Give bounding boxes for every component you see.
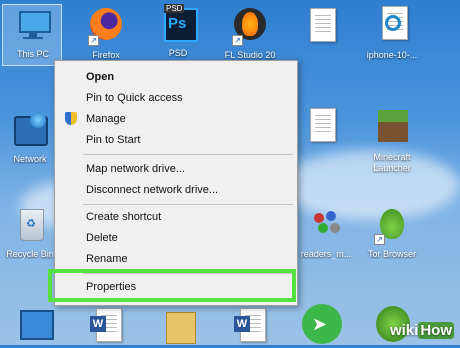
this-pc-icon <box>15 5 51 45</box>
photoshop-icon: Ps PSD <box>160 4 198 44</box>
wikihow-watermark: wiki How <box>390 322 454 339</box>
properties-highlight-box <box>48 269 296 302</box>
menu-item-label: Open <box>86 71 115 83</box>
desktop-icon-tor-browser[interactable]: ↗ Tor Browser <box>362 205 422 265</box>
word-document-icon: W <box>88 308 124 348</box>
menu-item-delete[interactable]: Delete <box>55 228 297 248</box>
desktop-icon-word-1[interactable]: W <box>76 308 136 345</box>
menu-item-label: Pin to Quick access <box>86 92 183 104</box>
readers-file-icon <box>308 205 344 245</box>
desktop-icon-iphone-file[interactable]: iphone-10-... <box>362 6 422 66</box>
menu-item-label: Manage <box>86 113 126 125</box>
icon-label: Minecraft Launcher <box>373 152 411 173</box>
menu-item-manage[interactable]: Manage <box>55 109 297 129</box>
photoshop-letters: Ps <box>168 15 187 32</box>
icon-label: readers_m... <box>300 249 352 259</box>
desktop-icon-network[interactable]: Network <box>0 110 60 170</box>
fl-studio-icon: ↗ <box>232 6 268 46</box>
icon-label: PSD <box>168 48 188 58</box>
recycle-bin-icon: ♻ <box>12 205 48 245</box>
psd-badge: PSD <box>164 4 185 13</box>
menu-separator <box>83 154 293 155</box>
folder-icon <box>160 308 196 348</box>
icon-label: Network <box>13 154 47 164</box>
menu-item-create-shortcut[interactable]: Create shortcut <box>55 207 297 227</box>
desktop-icon-readers-file[interactable]: readers_m... <box>296 205 356 265</box>
menu-item-rename[interactable]: Rename <box>55 249 297 269</box>
desktop-icon-photoshop[interactable]: Ps PSD PSD <box>148 4 208 66</box>
icon-label: FL Studio 20 <box>224 50 276 60</box>
shortcut-arrow-icon: ↗ <box>232 35 243 46</box>
icon-label: Firefox <box>92 50 120 60</box>
menu-item-label: Disconnect network drive... <box>86 184 219 196</box>
menu-item-label: Pin to Start <box>86 134 141 146</box>
menu-item-label: Map network drive... <box>86 163 186 175</box>
document-icon <box>302 8 338 48</box>
network-icon <box>12 110 48 150</box>
document-icon <box>302 108 338 148</box>
menu-item-label: Rename <box>86 253 128 265</box>
desktop-icon-minecraft[interactable]: Minecraft Launcher <box>362 108 422 186</box>
uac-shield-icon <box>65 112 77 125</box>
desktop-icon-folder[interactable] <box>148 308 208 345</box>
firefox-icon: ↗ <box>88 6 124 46</box>
icon-label: Tor Browser <box>367 249 416 259</box>
shortcut-arrow-icon: ↗ <box>88 35 99 46</box>
menu-item-pin-start[interactable]: Pin to Start <box>55 130 297 150</box>
desktop-icon-control-panel[interactable] <box>4 308 64 345</box>
iphone-file-icon <box>374 6 410 46</box>
minecraft-icon <box>374 108 410 148</box>
menu-item-map-network-drive[interactable]: Map network drive... <box>55 159 297 179</box>
desktop-icon-word-2[interactable]: W <box>220 308 280 345</box>
icon-label: Recycle Bin <box>6 249 54 259</box>
desktop-icon-document[interactable] <box>290 8 350 48</box>
menu-item-label: Create shortcut <box>86 211 162 223</box>
control-panel-icon <box>16 308 54 348</box>
icon-label: iphone-10-... <box>366 50 418 60</box>
desktop-icon-firefox[interactable]: ↗ Firefox <box>76 6 136 66</box>
desktop-icon-this-pc[interactable]: This PC <box>2 4 62 66</box>
watermark-suffix: How <box>418 322 454 339</box>
desktop-icon-recycle-bin[interactable]: ♻ Recycle Bin <box>0 205 60 265</box>
menu-item-label: Delete <box>86 232 118 244</box>
watermark-prefix: wiki <box>389 322 419 339</box>
desktop-icon-fl-studio[interactable]: ↗ FL Studio 20 <box>220 6 280 66</box>
tor-browser-icon: ↗ <box>374 205 410 245</box>
word-document-icon: W <box>232 308 268 348</box>
menu-item-open[interactable]: Open <box>55 67 297 87</box>
menu-item-pin-quick-access[interactable]: Pin to Quick access <box>55 88 297 108</box>
desktop-icon-document-2[interactable] <box>290 108 350 148</box>
shortcut-arrow-icon: ↗ <box>374 234 385 245</box>
desktop-icon-send[interactable]: ➤ <box>290 304 350 345</box>
send-icon: ➤ <box>302 304 342 344</box>
menu-item-disconnect-network-drive[interactable]: Disconnect network drive... <box>55 180 297 200</box>
menu-separator <box>83 204 293 205</box>
icon-label: This PC <box>16 49 49 59</box>
